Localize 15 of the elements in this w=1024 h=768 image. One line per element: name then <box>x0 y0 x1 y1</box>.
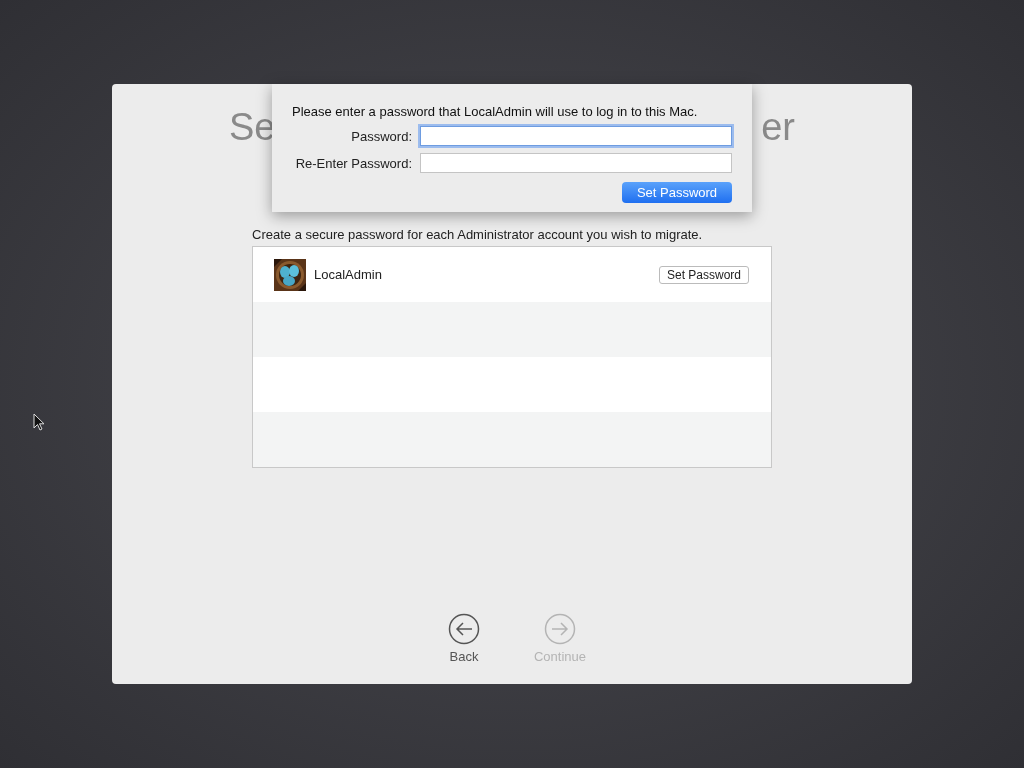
sheet-message: Please enter a password that LocalAdmin will use to log in to this Mac. <box>292 104 699 119</box>
instruction-text: Create a secure password for each Administrator account you wish to migrate. <box>252 227 704 242</box>
title-text: Se <box>229 106 276 149</box>
password-field[interactable] <box>420 126 732 146</box>
pointer-cursor-icon <box>33 413 45 431</box>
account-name: LocalAdmin <box>314 267 383 282</box>
title-text: er <box>761 106 795 149</box>
field-label: Password: <box>350 128 413 144</box>
left-arrow-circle-icon <box>448 613 480 645</box>
set-password-button[interactable]: Set Password <box>622 182 732 203</box>
password-field[interactable] <box>420 153 732 173</box>
field-label: Re-Enter Password: <box>294 155 413 171</box>
set-password-button[interactable]: Set Password <box>658 265 749 284</box>
back-button[interactable]: Back <box>436 613 492 664</box>
right-arrow-circle-icon <box>544 613 576 645</box>
